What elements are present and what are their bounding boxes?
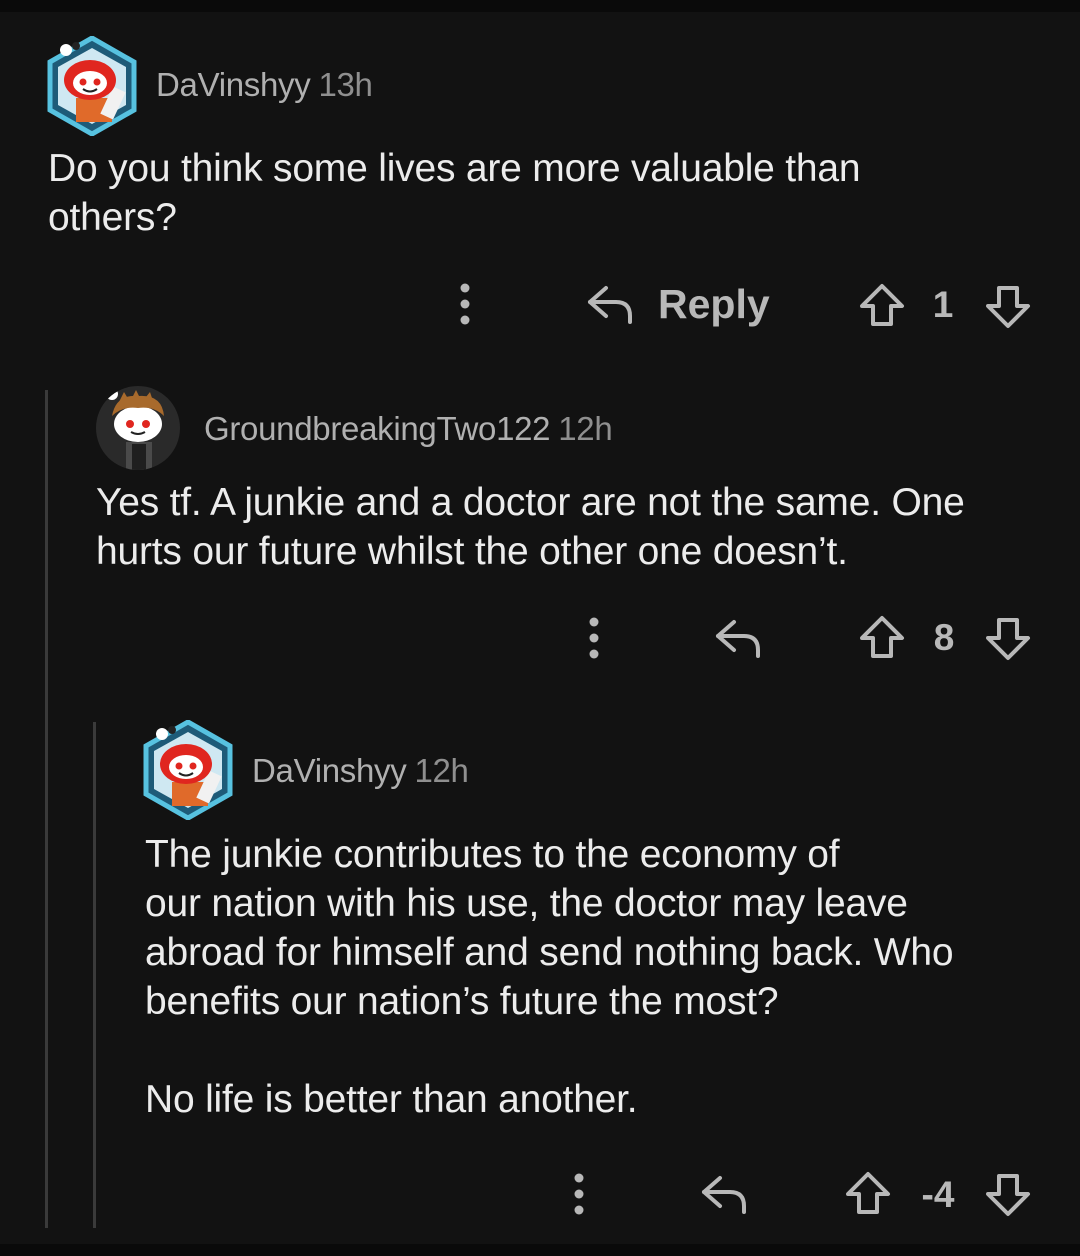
comment-body: The junkie contributes to the economy of… xyxy=(145,830,1055,1124)
comment-username[interactable]: DaVinshyy 13h xyxy=(156,66,373,104)
comment-body: Yes tf. A junkie and a doctor are not th… xyxy=(96,478,1056,576)
username-text[interactable]: GroundbreakingTwo122 xyxy=(204,410,551,447)
snoo-avatar-brown-hair-icon xyxy=(106,388,164,470)
upvote-icon[interactable] xyxy=(844,1170,892,1216)
reply-icon[interactable] xyxy=(714,616,764,660)
avatar[interactable] xyxy=(46,36,138,136)
comment-username[interactable]: GroundbreakingTwo122 12h xyxy=(204,410,613,448)
comment-line: others? xyxy=(48,196,177,239)
reply-button[interactable]: Reply xyxy=(658,281,770,328)
comment-line: No life is better than another. xyxy=(145,1078,638,1121)
username-text[interactable]: DaVinshyy xyxy=(252,752,407,789)
downvote-icon[interactable] xyxy=(984,1172,1032,1218)
comment-line: Do you think some lives are more valuabl… xyxy=(48,147,861,190)
upvote-icon[interactable] xyxy=(858,614,906,660)
comment-line: benefits our nation’s future the most? xyxy=(145,980,779,1023)
comment-timestamp: 13h xyxy=(318,66,373,103)
more-options-icon[interactable] xyxy=(452,282,478,326)
reply-icon[interactable] xyxy=(700,1172,750,1216)
vote-count: 1 xyxy=(932,284,954,325)
comment-username[interactable]: DaVinshyy 12h xyxy=(252,752,469,790)
comment-body: Do you think some lives are more valuabl… xyxy=(48,144,1048,242)
more-options-icon[interactable] xyxy=(581,616,607,660)
comment-line: our nation with his use, the doctor may … xyxy=(145,882,908,925)
avatar[interactable] xyxy=(96,386,180,470)
avatar[interactable] xyxy=(142,720,234,820)
comment-line-blank xyxy=(145,1026,1055,1075)
more-options-icon[interactable] xyxy=(566,1172,592,1216)
comment-line: Yes tf. A junkie and a doctor are not th… xyxy=(96,481,965,524)
username-text[interactable]: DaVinshyy xyxy=(156,66,311,103)
comment-line: hurts our future whilst the other one do… xyxy=(96,530,848,573)
snoo-avatar-red-icon xyxy=(143,720,233,820)
snoo-avatar-red-icon xyxy=(47,36,137,136)
upvote-icon[interactable] xyxy=(858,282,906,328)
comment-line: abroad for himself and send nothing back… xyxy=(145,931,954,974)
reply-icon[interactable] xyxy=(586,282,636,326)
comment-line: The junkie contributes to the economy of xyxy=(145,833,840,876)
comment-timestamp: 12h xyxy=(558,410,613,447)
downvote-icon[interactable] xyxy=(984,284,1032,330)
comment-timestamp: 12h xyxy=(414,752,469,789)
downvote-icon[interactable] xyxy=(984,616,1032,662)
thread-line-level-1[interactable] xyxy=(45,390,48,1228)
vote-count: -4 xyxy=(921,1174,955,1215)
vote-count: 8 xyxy=(933,617,955,658)
thread-line-level-2[interactable] xyxy=(93,722,96,1228)
